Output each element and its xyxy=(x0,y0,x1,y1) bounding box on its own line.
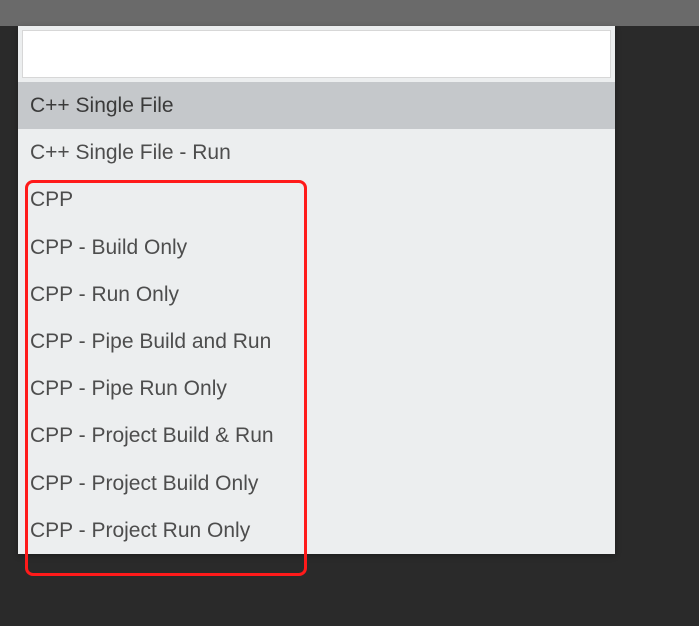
command-palette: C++ Single FileC++ Single File - RunCPPC… xyxy=(18,26,615,554)
list-item[interactable]: CPP - Project Run Only xyxy=(18,507,615,554)
list-item[interactable]: CPP - Project Build Only xyxy=(18,460,615,507)
list-item[interactable]: CPP - Pipe Run Only xyxy=(18,365,615,412)
list-item[interactable]: C++ Single File xyxy=(18,82,615,129)
list-item[interactable]: CPP - Project Build & Run xyxy=(18,412,615,459)
list-item[interactable]: C++ Single File - Run xyxy=(18,129,615,176)
list-item[interactable]: CPP xyxy=(18,176,615,223)
search-input[interactable] xyxy=(22,30,611,78)
list-item[interactable]: CPP - Pipe Build and Run xyxy=(18,318,615,365)
list-item[interactable]: CPP - Run Only xyxy=(18,271,615,318)
build-system-list: C++ Single FileC++ Single File - RunCPPC… xyxy=(18,82,615,554)
window-titlebar xyxy=(0,0,699,26)
list-item[interactable]: CPP - Build Only xyxy=(18,224,615,271)
search-input-wrap xyxy=(18,26,615,82)
